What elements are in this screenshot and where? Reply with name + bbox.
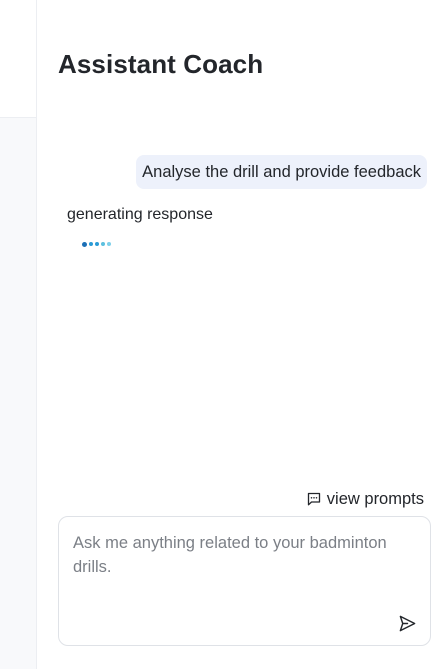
assistant-status-text: generating response [67,206,213,223]
typing-dot [107,242,111,246]
typing-dot [89,242,93,246]
left-panel-header [0,0,36,118]
send-icon [399,615,415,631]
view-prompts-button[interactable]: view prompts [307,488,424,510]
message-input[interactable] [73,531,413,601]
send-button[interactable] [395,611,419,635]
typing-indicator [82,240,111,248]
app: Assistant Coach Analyse the drill and pr… [0,0,445,669]
message-composer [58,516,431,646]
assistant-coach-panel: Assistant Coach Analyse the drill and pr… [37,0,445,669]
message-square-icon [307,492,320,506]
user-message: Analyse the drill and provide feedback [136,155,427,189]
panel-title: Assistant Coach [58,49,264,79]
typing-dot [82,241,87,247]
typing-dot [101,242,105,246]
left-panel [0,0,37,669]
view-prompts-label: view prompts [326,489,424,508]
typing-dot [95,242,99,246]
